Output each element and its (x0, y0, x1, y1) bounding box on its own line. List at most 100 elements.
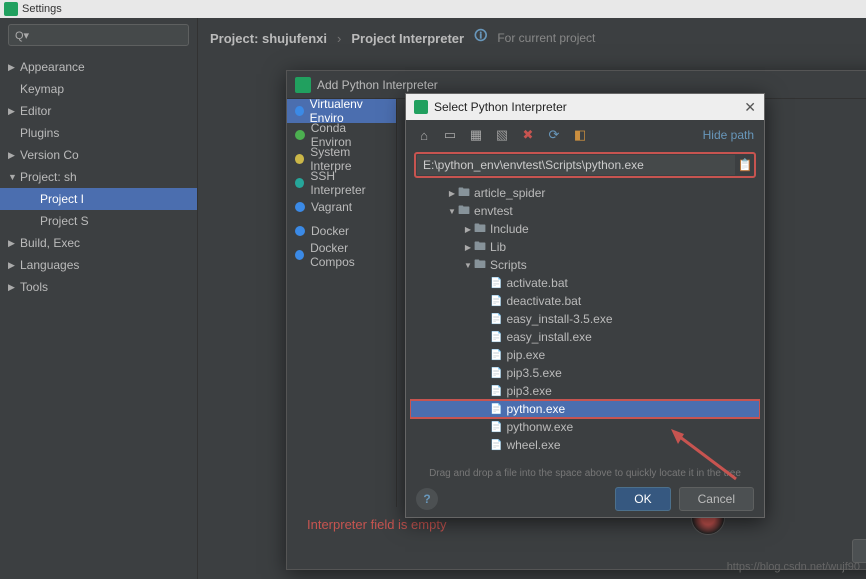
sidebar-item[interactable]: ▶Tools (0, 276, 197, 298)
folder-row[interactable]: ▶🖿article_spider (410, 184, 760, 202)
folder-row[interactable]: ▶🖿Include (410, 220, 760, 238)
file-row[interactable]: 📄easy_install.exe (410, 328, 760, 346)
file-row[interactable]: 📄pip3.5.exe (410, 364, 760, 382)
env-icon (295, 106, 304, 116)
env-label: SSH Interpreter (310, 169, 388, 197)
env-label: Docker Compos (310, 241, 388, 269)
file-icon: 📄 (490, 422, 502, 433)
refresh-icon[interactable]: ⟳ (546, 127, 562, 143)
folder-icon: 🖿 (458, 201, 470, 222)
env-icon (295, 226, 305, 236)
ok-button[interactable]: OK (852, 539, 866, 563)
arrow-icon: ▼ (8, 172, 20, 182)
window-titlebar: Settings (0, 0, 866, 18)
file-tree[interactable]: ▶🖿article_spider▼🖿envtest▶🖿Include▶🖿Lib▼… (410, 184, 760, 464)
sidebar-item[interactable]: ▼Project: sh (0, 166, 197, 188)
sidebar-item-label: Editor (20, 104, 51, 118)
path-input-highlight: 📋 (414, 152, 756, 178)
sidebar-item[interactable]: Plugins (0, 122, 197, 144)
search-input[interactable]: Q▾ (8, 24, 189, 46)
help-icon[interactable]: ? (416, 488, 438, 510)
file-name: pythonw.exe (506, 420, 573, 434)
arrow-icon: ▼ (446, 207, 458, 216)
pycharm-icon (414, 100, 428, 114)
file-row[interactable]: 📄 pip.exe (410, 346, 760, 364)
sidebar-item[interactable]: ▶Appearance (0, 56, 197, 78)
hide-path-link[interactable]: Hide path (703, 128, 754, 142)
sidebar-item-label: Project S (40, 214, 89, 228)
file-row[interactable]: 📄activate.bat (410, 274, 760, 292)
file-row[interactable]: 📄pip3.exe (410, 382, 760, 400)
file-icon: 📄 (490, 350, 502, 361)
environment-type-list: Virtualenv EnviroConda EnvironSystem Int… (287, 99, 397, 507)
file-row[interactable]: 📄easy_install-3.5.exe (410, 310, 760, 328)
cancel-button[interactable]: Cancel (679, 487, 754, 511)
show-hidden-icon[interactable]: ◧ (572, 127, 588, 143)
sidebar-item-label: Version Co (20, 148, 79, 162)
file-name: Include (490, 222, 529, 236)
breadcrumb-project: Project: shujufenxi (210, 31, 327, 46)
file-name: pip3.5.exe (506, 366, 561, 380)
new-folder-icon[interactable]: ▧ (494, 127, 510, 143)
env-type-item[interactable]: Docker Compos (287, 243, 396, 267)
env-type-item[interactable]: System Interpre (287, 147, 396, 171)
arrow-icon: ▶ (8, 238, 20, 249)
folder-row[interactable]: ▼🖿 envtest (410, 202, 760, 220)
clipboard-icon[interactable]: 📋 (736, 158, 754, 172)
file-name: activate.bat (506, 276, 567, 290)
file-name: envtest (474, 204, 513, 218)
sidebar-item[interactable]: ▶Editor (0, 100, 197, 122)
arrow-icon: ▶ (462, 225, 474, 234)
file-chooser-toolbar: ⌂ ▭ ▦ ▧ ✖ ⟳ ◧ Hide path (406, 120, 764, 150)
file-icon: 📄 (490, 332, 502, 343)
sidebar-item-label: Tools (20, 280, 48, 294)
chevron-right-icon: › (337, 31, 341, 46)
drop-hint: Drag and drop a file into the space abov… (406, 468, 764, 479)
file-name: Lib (490, 240, 506, 254)
env-icon (295, 178, 304, 188)
close-icon[interactable]: ✕ (744, 99, 756, 116)
file-row[interactable]: 📄wheel.exe (410, 436, 760, 454)
sidebar-item-label: Appearance (20, 60, 85, 74)
env-type-item[interactable]: SSH Interpreter (287, 171, 396, 195)
file-row[interactable]: 📄 pythonw.exe (410, 418, 760, 436)
env-type-item[interactable]: Docker (287, 219, 396, 243)
file-icon: 📄 (490, 404, 502, 415)
watermark: https://blog.csdn.net/wujf90 (727, 561, 860, 573)
sidebar-item[interactable]: ▶Build, Exec (0, 232, 197, 254)
home-icon[interactable]: ⌂ (416, 127, 432, 143)
sidebar-item-label: Project I (40, 192, 84, 206)
desktop-icon[interactable]: ▭ (442, 127, 458, 143)
delete-icon[interactable]: ✖ (520, 127, 536, 143)
path-input[interactable] (417, 155, 735, 175)
folder-row[interactable]: ▶🖿Lib (410, 238, 760, 256)
dialog2-title: Select Python Interpreter (434, 100, 567, 114)
file-row[interactable]: 📄deactivate.bat (410, 292, 760, 310)
file-name: pip3.exe (506, 384, 551, 398)
sidebar-item[interactable]: ▶Version Co (0, 144, 197, 166)
env-type-item[interactable]: Vagrant (287, 195, 396, 219)
folder-icon: 🖿 (474, 255, 486, 276)
project-icon[interactable]: ▦ (468, 127, 484, 143)
file-name: easy_install-3.5.exe (506, 312, 612, 326)
env-icon (295, 202, 305, 212)
sidebar-item-label: Project: sh (20, 170, 77, 184)
window-title: Settings (22, 3, 62, 15)
env-type-item[interactable]: Conda Environ (287, 123, 396, 147)
file-name: article_spider (474, 186, 545, 200)
arrow-icon: ▶ (462, 243, 474, 252)
ok-button[interactable]: OK (615, 487, 670, 511)
file-row[interactable]: 📄python.exe (410, 400, 760, 418)
sidebar-item[interactable]: Project I (0, 188, 197, 210)
file-name: pip.exe (506, 348, 545, 362)
sidebar-item-label: Plugins (20, 126, 59, 140)
breadcrumb-page: Project Interpreter (351, 31, 464, 46)
env-type-item[interactable]: Virtualenv Enviro (287, 99, 396, 123)
sidebar-item[interactable]: ▶Languages (0, 254, 197, 276)
folder-row[interactable]: ▼🖿Scripts (410, 256, 760, 274)
sidebar-item[interactable]: Keymap (0, 78, 197, 100)
search-icon: Q▾ (15, 29, 29, 42)
pycharm-icon (295, 77, 311, 93)
settings-sidebar: Q▾ ▶AppearanceKeymap▶EditorPlugins▶Versi… (0, 18, 198, 579)
sidebar-item[interactable]: Project S (0, 210, 197, 232)
